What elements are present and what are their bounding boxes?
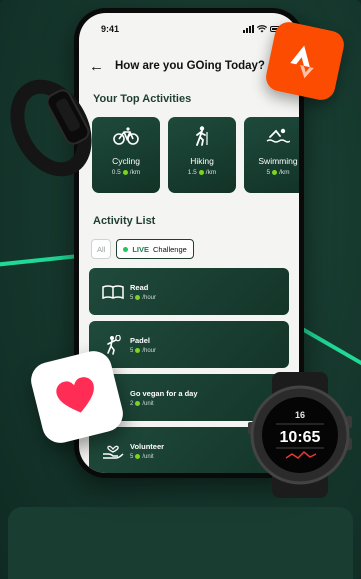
coin-icon [272, 170, 278, 175]
bicycle-icon [92, 125, 160, 147]
padel-player-icon [101, 334, 125, 355]
activity-card-swimming[interactable]: Swimming 5/km [244, 117, 299, 193]
coin-icon [135, 454, 141, 459]
hiker-icon [168, 125, 236, 147]
coin-icon [198, 170, 204, 175]
activity-name: Cycling [112, 156, 140, 166]
activity-name: Hiking [190, 156, 214, 166]
signal-icon [243, 25, 254, 33]
list-item-text: Volunteer 5/unit [130, 442, 164, 460]
back-arrow-icon[interactable]: ← [89, 58, 115, 75]
list-item-name: Padel [130, 335, 151, 345]
list-item-name: Go vegan for a day [130, 388, 198, 398]
coin-icon [135, 348, 141, 353]
coin-icon [122, 170, 128, 175]
coin-icon [135, 401, 141, 406]
activity-rate: 5/km [266, 169, 290, 176]
activity-list-title: Activity List [93, 215, 156, 227]
book-icon [101, 284, 125, 300]
list-item-text: Padel 5/hour [130, 336, 156, 354]
filter-live-challenge-chip[interactable]: LIVE Challenge [116, 239, 194, 259]
challenge-label: Challenge [153, 244, 187, 254]
list-item-name: Read [130, 282, 149, 292]
list-item-rate: 2/unit [130, 400, 154, 407]
activity-filters: All LIVE Challenge [79, 239, 299, 259]
list-item-text: Go vegan for a day 2/unit [130, 389, 198, 407]
list-item-rate: 5/unit [130, 453, 154, 460]
strava-logo [263, 19, 347, 103]
top-activities-carousel[interactable]: Cycling 0.5/km Hiking 1.5/km Swimming 5/… [79, 117, 299, 193]
list-item-padel[interactable]: Padel 5/hour [89, 321, 289, 368]
watch-time: 10:65 [280, 429, 321, 446]
status-bar: 9:41 [79, 13, 299, 39]
top-activities-title: Your Top Activities [93, 93, 192, 105]
activity-card-hiking[interactable]: Hiking 1.5/km [168, 117, 236, 193]
status-time: 9:41 [101, 24, 120, 34]
list-item-rate: 5/hour [130, 294, 157, 301]
list-item-rate: 5/hour [130, 347, 157, 354]
list-item-read[interactable]: Read 5/hour [89, 268, 289, 315]
swimmer-icon [244, 125, 299, 147]
activity-rate: 0.5/km [111, 169, 141, 176]
accent-line-right [300, 326, 361, 368]
smartwatch-image: 16 10:65 [248, 372, 352, 498]
live-label: LIVE [132, 244, 150, 254]
bottom-panel [8, 507, 353, 579]
page-title: How are you GOing Today? [115, 60, 265, 72]
volunteer-hands-icon [101, 442, 125, 460]
coin-icon [135, 295, 141, 300]
list-item-name: Volunteer [130, 441, 165, 451]
filter-all-chip[interactable]: All [91, 239, 112, 259]
list-item-text: Read 5/hour [130, 283, 156, 301]
activity-card-cycling[interactable]: Cycling 0.5/km [92, 117, 160, 193]
activity-rate: 1.5/km [187, 169, 217, 176]
activity-name: Swimming [258, 156, 298, 166]
watch-top-value: 16 [295, 410, 305, 420]
fitness-band-image [10, 79, 92, 177]
live-dot-icon [123, 246, 129, 252]
wifi-icon [257, 25, 267, 33]
